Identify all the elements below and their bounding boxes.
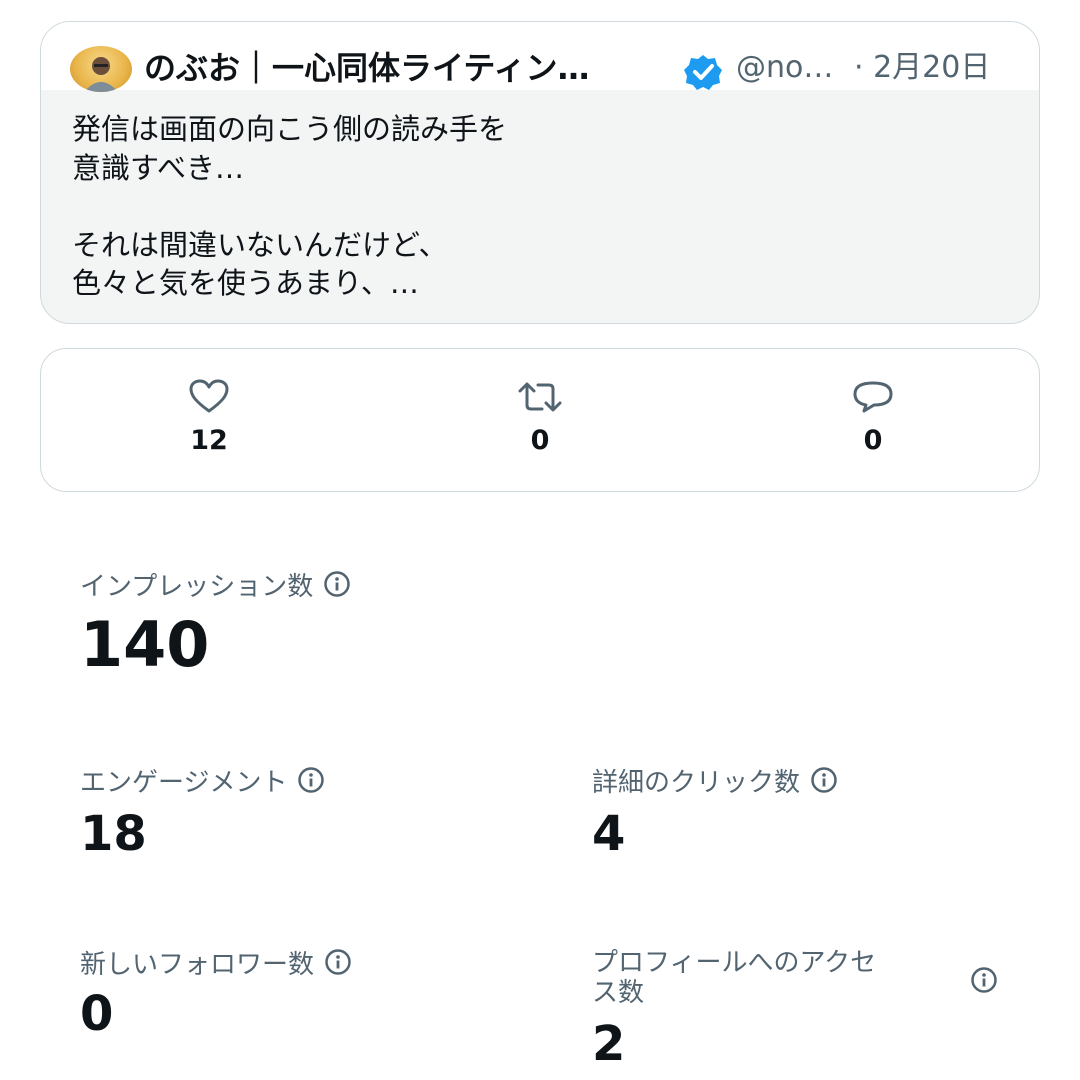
author-handle[interactable]: @no… bbox=[736, 46, 833, 90]
tweet-header: のぶお｜一心同体ライティン… @no… · 2月20日 bbox=[41, 22, 1039, 92]
profile-visits-value: 2 bbox=[592, 1016, 626, 1072]
like-action[interactable]: 12 bbox=[149, 379, 269, 456]
engagements-value: 18 bbox=[80, 806, 147, 862]
avatar[interactable] bbox=[70, 46, 132, 92]
verified-badge-icon bbox=[682, 53, 724, 91]
new-followers-label: 新しいフォロワー数 bbox=[80, 948, 352, 983]
info-icon[interactable] bbox=[297, 766, 325, 801]
detail-clicks-value: 4 bbox=[592, 806, 626, 862]
impressions-value: 140 bbox=[80, 608, 210, 681]
tweet-card[interactable]: のぶお｜一心同体ライティン… @no… · 2月20日 発信は画面の向こう側の読… bbox=[40, 21, 1040, 324]
detail-clicks-label-text: 詳細のクリック数 bbox=[592, 768, 801, 798]
tweet-text: 発信は画面の向こう側の読み手を 意識すべき… それは間違いないんだけど、 色々と… bbox=[72, 112, 508, 300]
tweet-date[interactable]: · 2月20日 bbox=[854, 46, 990, 90]
actions-bar: 12 0 0 bbox=[40, 348, 1040, 492]
retweet-icon bbox=[518, 382, 562, 412]
reply-action[interactable]: 0 bbox=[813, 379, 933, 456]
info-icon[interactable] bbox=[970, 966, 998, 998]
reply-count: 0 bbox=[863, 425, 883, 456]
detail-clicks-label: 詳細のクリック数 bbox=[592, 766, 838, 801]
engagements-label-text: エンゲージメント bbox=[80, 768, 288, 798]
retweet-count: 0 bbox=[530, 425, 550, 456]
like-count: 12 bbox=[190, 425, 228, 456]
info-icon[interactable] bbox=[323, 570, 351, 605]
impressions-label: インプレッション数 bbox=[80, 570, 351, 605]
new-followers-label-text: 新しいフォロワー数 bbox=[80, 950, 315, 980]
author-name[interactable]: のぶお｜一心同体ライティン… bbox=[144, 46, 654, 90]
profile-visits-label: プロフィールへのアクセ ス数 bbox=[592, 948, 877, 1008]
new-followers-value: 0 bbox=[80, 986, 114, 1042]
impressions-label-text: インプレッション数 bbox=[80, 572, 314, 602]
info-icon[interactable] bbox=[324, 948, 352, 983]
reply-bubble-icon bbox=[853, 381, 893, 413]
engagements-label: エンゲージメント bbox=[80, 766, 325, 801]
heart-icon bbox=[189, 379, 229, 413]
info-icon[interactable] bbox=[810, 766, 838, 801]
retweet-action[interactable]: 0 bbox=[480, 379, 600, 456]
